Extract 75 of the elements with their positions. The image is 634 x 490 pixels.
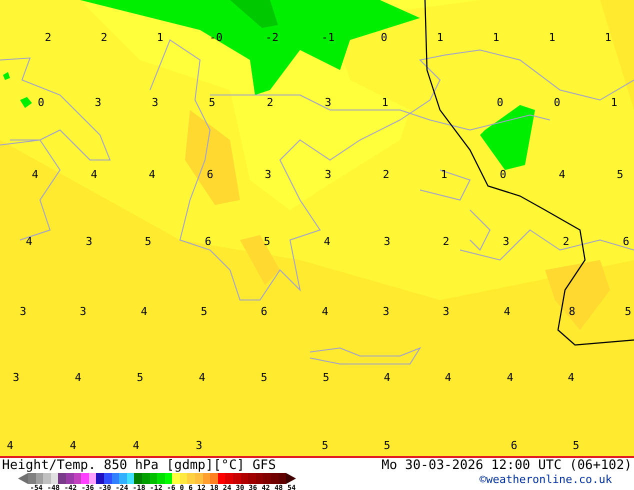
temperature-value: 3 [442, 306, 450, 318]
temperature-value: 3 [196, 440, 202, 452]
temperature-value: 3 [264, 169, 272, 181]
temperature-value: 1 [440, 169, 448, 181]
temperature-value: 2 [382, 169, 390, 181]
temperature-value: 4 [148, 169, 156, 181]
temperature-value: 4 [140, 306, 148, 318]
temperature-value: 5 [322, 440, 328, 452]
temperature-value: 5 [208, 97, 216, 109]
temperature-value: 4 [384, 372, 390, 384]
temperature-value: 0 [500, 169, 506, 181]
temperature-value: 3 [12, 372, 20, 384]
temperature-value: 5 [264, 236, 270, 248]
chart-title: Height/Temp. 850 hPa [gdmp][°C] GFS [2, 458, 277, 473]
temperature-value: 3 [94, 97, 102, 109]
temperature-value: -0 [209, 32, 223, 44]
temperature-value: 4 [132, 440, 140, 452]
temperature-value: 5 [144, 236, 152, 248]
temperature-value: 3 [152, 97, 158, 109]
temperature-value: 6 [622, 236, 630, 248]
temperature-value: 6 [260, 306, 268, 318]
temperature-value: 0 [38, 97, 44, 109]
temperature-value: 4 [324, 236, 330, 248]
temperature-value: 4 [26, 236, 32, 248]
temperature-value: 4 [558, 169, 566, 181]
temperature-value: 3 [86, 236, 92, 248]
temperature-value: 1 [548, 32, 556, 44]
temperature-value: 4 [6, 440, 14, 452]
temperature-value: 2 [562, 236, 570, 248]
temperature-value: 6 [510, 440, 518, 452]
temperature-value: 4 [506, 372, 514, 384]
temperature-value: 2 [44, 32, 52, 44]
temperature-value: 0 [380, 32, 388, 44]
temperature-value: 6 [204, 236, 212, 248]
temperature-value: 4 [70, 440, 76, 452]
temperature-value: 5 [322, 372, 330, 384]
temperature-value: 3 [80, 306, 86, 318]
temperature-value: 3 [324, 169, 332, 181]
temperature-value: 4 [198, 372, 206, 384]
temperature-value: 5 [136, 372, 144, 384]
temperature-value: 5 [200, 306, 208, 318]
temperature-value: 2 [442, 236, 450, 248]
temperature-value: -2 [265, 32, 279, 44]
temperature-value: 5 [572, 440, 580, 452]
temperature-value: 3 [384, 236, 390, 248]
temperature-value: 2 [266, 97, 274, 109]
temperature-value: 1 [610, 97, 618, 109]
temperature-value: 2 [100, 32, 108, 44]
temperature-value: 3 [324, 97, 332, 109]
temperature-value: 4 [504, 306, 510, 318]
temperature-value: 0 [496, 97, 504, 109]
temperature-value: 1 [492, 32, 500, 44]
temperature-value: 4 [32, 169, 38, 181]
temperature-value: -1 [321, 32, 335, 44]
temperature-value: 3 [502, 236, 510, 248]
temperature-value: 1 [156, 32, 164, 44]
temperature-value: 5 [624, 306, 632, 318]
temperature-value: 8 [568, 306, 576, 318]
temperature-value: 1 [382, 97, 388, 109]
temperature-value: 1 [436, 32, 444, 44]
temperature-value: 1 [604, 32, 612, 44]
temperature-value: 0 [554, 97, 560, 109]
temperature-value: 4 [444, 372, 452, 384]
temperature-value: 3 [382, 306, 390, 318]
temperature-value: 4 [90, 169, 98, 181]
temperature-value: 5 [616, 169, 624, 181]
temperature-value: 4 [568, 372, 574, 384]
temperature-value: 4 [74, 372, 82, 384]
temperature-value: 5 [260, 372, 268, 384]
temperature-value: 4 [322, 306, 328, 318]
temperature-value: 3 [20, 306, 26, 318]
credit-link[interactable]: ©weatheronline.co.uk [480, 473, 612, 486]
temperature-value: 6 [206, 169, 214, 181]
forecast-datetime: Mo 30-03-2026 12:00 UTC (06+102) [382, 458, 632, 473]
temperature-value: 5 [384, 440, 390, 452]
